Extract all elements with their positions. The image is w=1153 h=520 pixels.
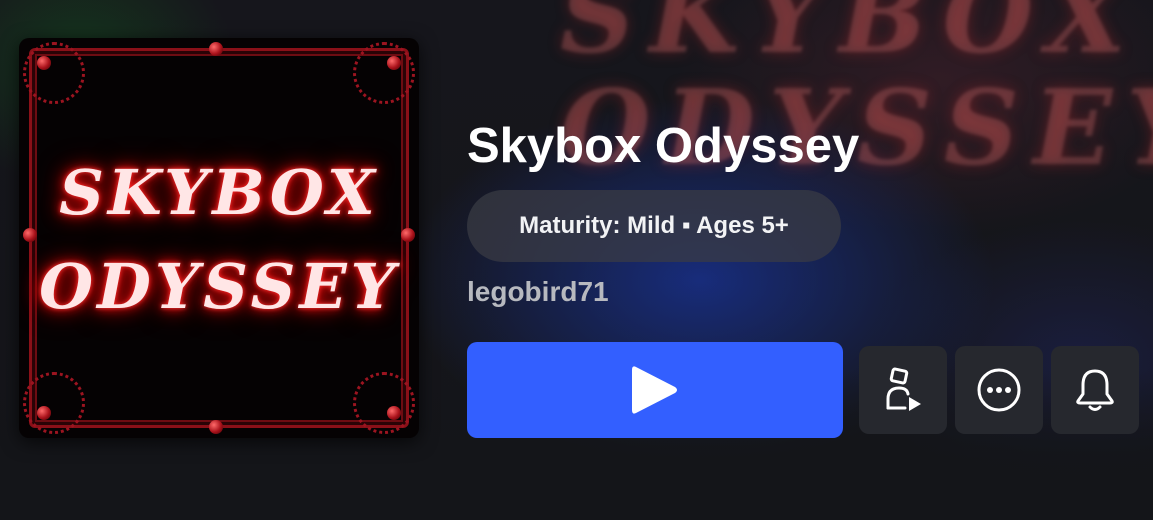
thumbnail-title-line1: SKYBOX: [59, 156, 379, 229]
more-options-icon: [977, 368, 1021, 412]
thumbnail-bead: [209, 420, 223, 434]
thumbnail-bead: [209, 42, 223, 56]
thumbnail-bead: [401, 228, 415, 242]
thumbnail-corner-ornament: [23, 372, 85, 434]
thumbnail-corner-ornament: [23, 42, 85, 104]
thumbnail-corner-ornament: [353, 42, 415, 104]
thumbnail-bead: [23, 228, 37, 242]
creator-name-link[interactable]: legobird71: [467, 274, 609, 310]
play-icon: [632, 366, 677, 414]
experience-header: SKYBOX ODYSSEY SKYBOX ODYSSEY Skybox Ody…: [0, 0, 1153, 520]
more-options-button[interactable]: [955, 346, 1043, 434]
experience-title: Skybox Odyssey: [467, 119, 860, 173]
thumbnail-title-line2: ODYSSEY: [39, 250, 399, 323]
thumbnail-bead: [37, 406, 51, 420]
thumbnail-bead: [387, 406, 401, 420]
thumbnail-bead: [37, 56, 51, 70]
party-invite-icon: [886, 367, 921, 411]
thumbnail-corner-ornament: [353, 372, 415, 434]
invite-friends-button[interactable]: [859, 346, 947, 434]
play-button[interactable]: [467, 342, 843, 438]
thumbnail-bead: [387, 56, 401, 70]
notify-button[interactable]: [1051, 346, 1139, 434]
bell-icon: [1076, 369, 1114, 411]
experience-thumbnail: SKYBOX ODYSSEY: [19, 38, 419, 438]
thumbnail-frame: [29, 48, 409, 428]
maturity-badge: Maturity: Mild ▪ Ages 5+: [467, 190, 841, 262]
